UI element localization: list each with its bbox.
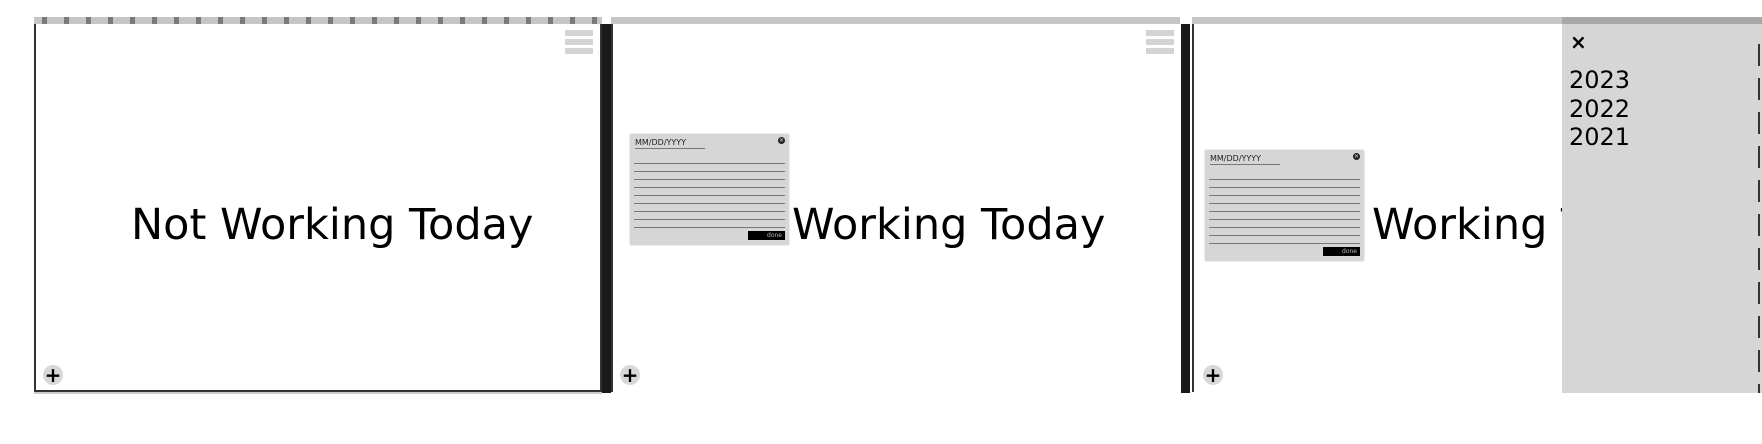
panel-divider[interactable] xyxy=(602,24,611,393)
hamburger-icon[interactable] xyxy=(1146,30,1174,56)
panel-1-header xyxy=(34,17,602,24)
close-icon[interactable]: ✕ xyxy=(778,137,785,144)
year-sidebar: × 2023 2022 2021 xyxy=(1562,17,1762,393)
day-panel-2: MM/DD/YYYY ✕ done Working Today + xyxy=(611,24,1180,392)
sidebar-edge xyxy=(1758,44,1760,393)
year-item[interactable]: 2022 xyxy=(1569,95,1630,123)
day-status-title: Working Today xyxy=(1372,200,1562,250)
add-note-button[interactable]: + xyxy=(1203,365,1223,385)
panel-divider[interactable] xyxy=(1181,24,1190,393)
year-item[interactable]: 2021 xyxy=(1569,123,1630,151)
close-icon[interactable]: ✕ xyxy=(1353,153,1360,160)
hamburger-icon[interactable] xyxy=(565,30,593,56)
year-item[interactable]: 2023 xyxy=(1569,66,1630,94)
close-icon[interactable]: × xyxy=(1570,30,1587,54)
day-panel-1: Not Working Today + xyxy=(34,24,602,392)
note-card: MM/DD/YYYY ✕ done xyxy=(1205,150,1364,261)
done-button[interactable]: done xyxy=(1323,247,1360,256)
note-lines[interactable] xyxy=(634,156,785,228)
add-note-button[interactable]: + xyxy=(620,365,640,385)
note-card: MM/DD/YYYY ✕ done xyxy=(630,134,789,245)
done-button[interactable]: done xyxy=(748,231,785,240)
date-input[interactable]: MM/DD/YYYY xyxy=(1210,154,1280,165)
add-note-button[interactable]: + xyxy=(43,365,63,385)
date-input[interactable]: MM/DD/YYYY xyxy=(635,138,705,149)
panel-3-header xyxy=(1192,17,1562,24)
day-status-title: Working Today xyxy=(792,200,1106,250)
day-status-title: Not Working Today xyxy=(131,200,534,250)
day-panel-3: MM/DD/YYYY ✕ done Working Today + xyxy=(1192,24,1562,392)
panel-2-header xyxy=(611,17,1180,24)
note-lines[interactable] xyxy=(1209,172,1360,244)
